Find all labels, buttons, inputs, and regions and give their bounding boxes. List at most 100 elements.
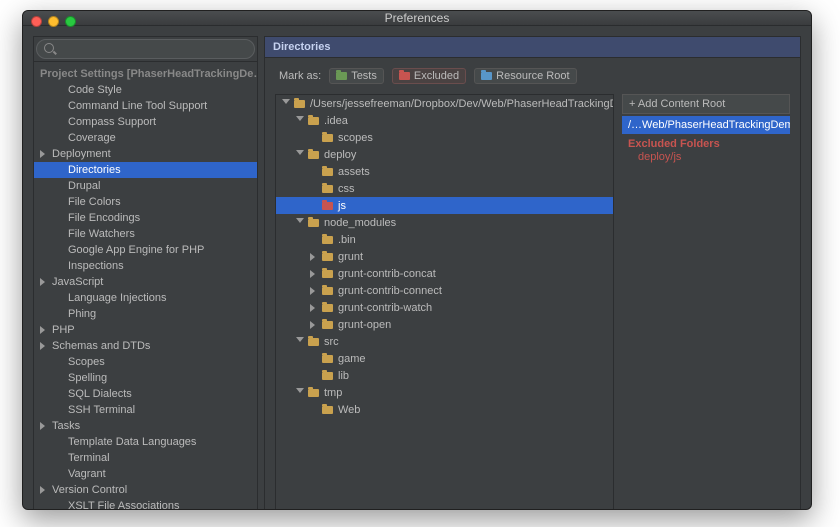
- sidebar-item[interactable]: Command Line Tool Support: [34, 98, 257, 114]
- sidebar-item[interactable]: File Encodings: [34, 210, 257, 226]
- disclosure-arrow-icon: [56, 117, 66, 127]
- directory-row[interactable]: .idea: [276, 112, 613, 129]
- folder-icon: [322, 321, 333, 329]
- content-roots-panel: + Add Content Root /…Web/PhaserHeadTrack…: [622, 94, 790, 510]
- content-root-path[interactable]: /…Web/PhaserHeadTrackingDemo: [622, 116, 790, 134]
- sidebar-item[interactable]: Coverage: [34, 130, 257, 146]
- folder-icon: [322, 185, 333, 193]
- sidebar-item-label: JavaScript: [52, 276, 103, 288]
- sidebar-item[interactable]: Deployment: [34, 146, 257, 162]
- folder-icon: [322, 134, 333, 142]
- disclosure-arrow-icon: [56, 357, 66, 367]
- sidebar-item-label: Version Control: [52, 484, 127, 496]
- directory-row[interactable]: grunt-contrib-watch: [276, 299, 613, 316]
- sidebar-item[interactable]: Directories: [34, 162, 257, 178]
- window-title: Preferences: [23, 11, 811, 25]
- directory-row[interactable]: node_modules: [276, 214, 613, 231]
- directory-label: grunt-contrib-watch: [338, 302, 432, 314]
- disclosure-arrow-icon: [56, 437, 66, 447]
- directory-row[interactable]: grunt-contrib-connect: [276, 282, 613, 299]
- add-content-root-button[interactable]: + Add Content Root: [622, 94, 790, 114]
- sidebar-item[interactable]: Drupal: [34, 178, 257, 194]
- search-input[interactable]: [36, 39, 255, 59]
- directory-row[interactable]: css: [276, 180, 613, 197]
- directory-row[interactable]: scopes: [276, 129, 613, 146]
- mark-excluded-button[interactable]: Excluded: [392, 68, 466, 84]
- disclosure-arrow-icon: [56, 389, 66, 399]
- directory-row[interactable]: assets: [276, 163, 613, 180]
- disclosure-arrow-icon: [40, 485, 50, 495]
- settings-tree[interactable]: Project Settings [PhaserHeadTrackingDe… …: [34, 62, 257, 510]
- sidebar-item[interactable]: SQL Dialects: [34, 386, 257, 402]
- sidebar-item[interactable]: Inspections: [34, 258, 257, 274]
- sidebar-item-label: Language Injections: [68, 292, 166, 304]
- sidebar-item-label: Schemas and DTDs: [52, 340, 150, 352]
- mark-as-label: Mark as:: [279, 70, 321, 82]
- sidebar-item[interactable]: Template Data Languages: [34, 434, 257, 450]
- sidebar-item[interactable]: File Watchers: [34, 226, 257, 242]
- directory-row[interactable]: src: [276, 333, 613, 350]
- directory-tree[interactable]: /Users/jessefreeman/Dropbox/Dev/Web/Phas…: [275, 94, 614, 510]
- sidebar-item-label: Phing: [68, 308, 96, 320]
- disclosure-arrow-icon: [40, 341, 50, 351]
- disclosure-arrow-icon: [310, 371, 320, 381]
- directory-row[interactable]: lib: [276, 367, 613, 384]
- main-header: Directories: [265, 37, 800, 58]
- disclosure-arrow-icon: [310, 269, 320, 279]
- sidebar-item[interactable]: XSLT File Associations: [34, 498, 257, 510]
- mark-resource-root-button[interactable]: Resource Root: [474, 68, 576, 84]
- project-settings-header: Project Settings [PhaserHeadTrackingDe…: [34, 66, 257, 82]
- resource-folder-icon: [481, 72, 492, 80]
- zoom-icon[interactable]: [65, 16, 76, 27]
- folder-icon: [322, 304, 333, 312]
- sidebar-item[interactable]: JavaScript: [34, 274, 257, 290]
- sidebar-item[interactable]: File Colors: [34, 194, 257, 210]
- sidebar-item[interactable]: Google App Engine for PHP: [34, 242, 257, 258]
- sidebar-item[interactable]: Schemas and DTDs: [34, 338, 257, 354]
- sidebar-item[interactable]: Code Style: [34, 82, 257, 98]
- minimize-icon[interactable]: [48, 16, 59, 27]
- sidebar-item[interactable]: Compass Support: [34, 114, 257, 130]
- sidebar-item[interactable]: Terminal: [34, 450, 257, 466]
- sidebar-item-label: Tasks: [52, 420, 80, 432]
- directory-row[interactable]: js: [276, 197, 613, 214]
- directory-row[interactable]: grunt: [276, 248, 613, 265]
- mark-tests-button[interactable]: Tests: [329, 68, 384, 84]
- sidebar-item[interactable]: Tasks: [34, 418, 257, 434]
- sidebar-item-label: File Watchers: [68, 228, 135, 240]
- excluded-folder-item[interactable]: deploy/js: [622, 150, 790, 163]
- sidebar-item-label: Drupal: [68, 180, 100, 192]
- directory-row[interactable]: Web: [276, 401, 613, 418]
- directory-row[interactable]: grunt-contrib-concat: [276, 265, 613, 282]
- disclosure-arrow-icon: [310, 184, 320, 194]
- directory-label: deploy: [324, 149, 356, 161]
- directory-row[interactable]: tmp: [276, 384, 613, 401]
- sidebar-item[interactable]: Vagrant: [34, 466, 257, 482]
- directory-label: tmp: [324, 387, 342, 399]
- directory-row[interactable]: /Users/jessefreeman/Dropbox/Dev/Web/Phas…: [276, 95, 613, 112]
- sidebar-item[interactable]: Version Control: [34, 482, 257, 498]
- directory-row[interactable]: grunt-open: [276, 316, 613, 333]
- sidebar-item-label: File Encodings: [68, 212, 140, 224]
- disclosure-arrow-icon: [296, 150, 306, 160]
- directory-label: js: [338, 200, 346, 212]
- directory-row[interactable]: deploy: [276, 146, 613, 163]
- sidebar-item-label: Terminal: [68, 452, 110, 464]
- titlebar: Preferences: [23, 11, 811, 26]
- folder-icon: [322, 270, 333, 278]
- mark-as-bar: Mark as: Tests Excluded Resource Root: [275, 68, 790, 88]
- directory-label: .bin: [338, 234, 356, 246]
- folder-icon: [308, 389, 319, 397]
- sidebar-item[interactable]: Spelling: [34, 370, 257, 386]
- close-icon[interactable]: [31, 16, 42, 27]
- directory-label: scopes: [338, 132, 373, 144]
- sidebar-item[interactable]: PHP: [34, 322, 257, 338]
- sidebar-item[interactable]: Scopes: [34, 354, 257, 370]
- sidebar-item[interactable]: Language Injections: [34, 290, 257, 306]
- directory-label: lib: [338, 370, 349, 382]
- sidebar-item[interactable]: SSH Terminal: [34, 402, 257, 418]
- folder-icon: [308, 151, 319, 159]
- sidebar-item[interactable]: Phing: [34, 306, 257, 322]
- directory-row[interactable]: .bin: [276, 231, 613, 248]
- directory-row[interactable]: game: [276, 350, 613, 367]
